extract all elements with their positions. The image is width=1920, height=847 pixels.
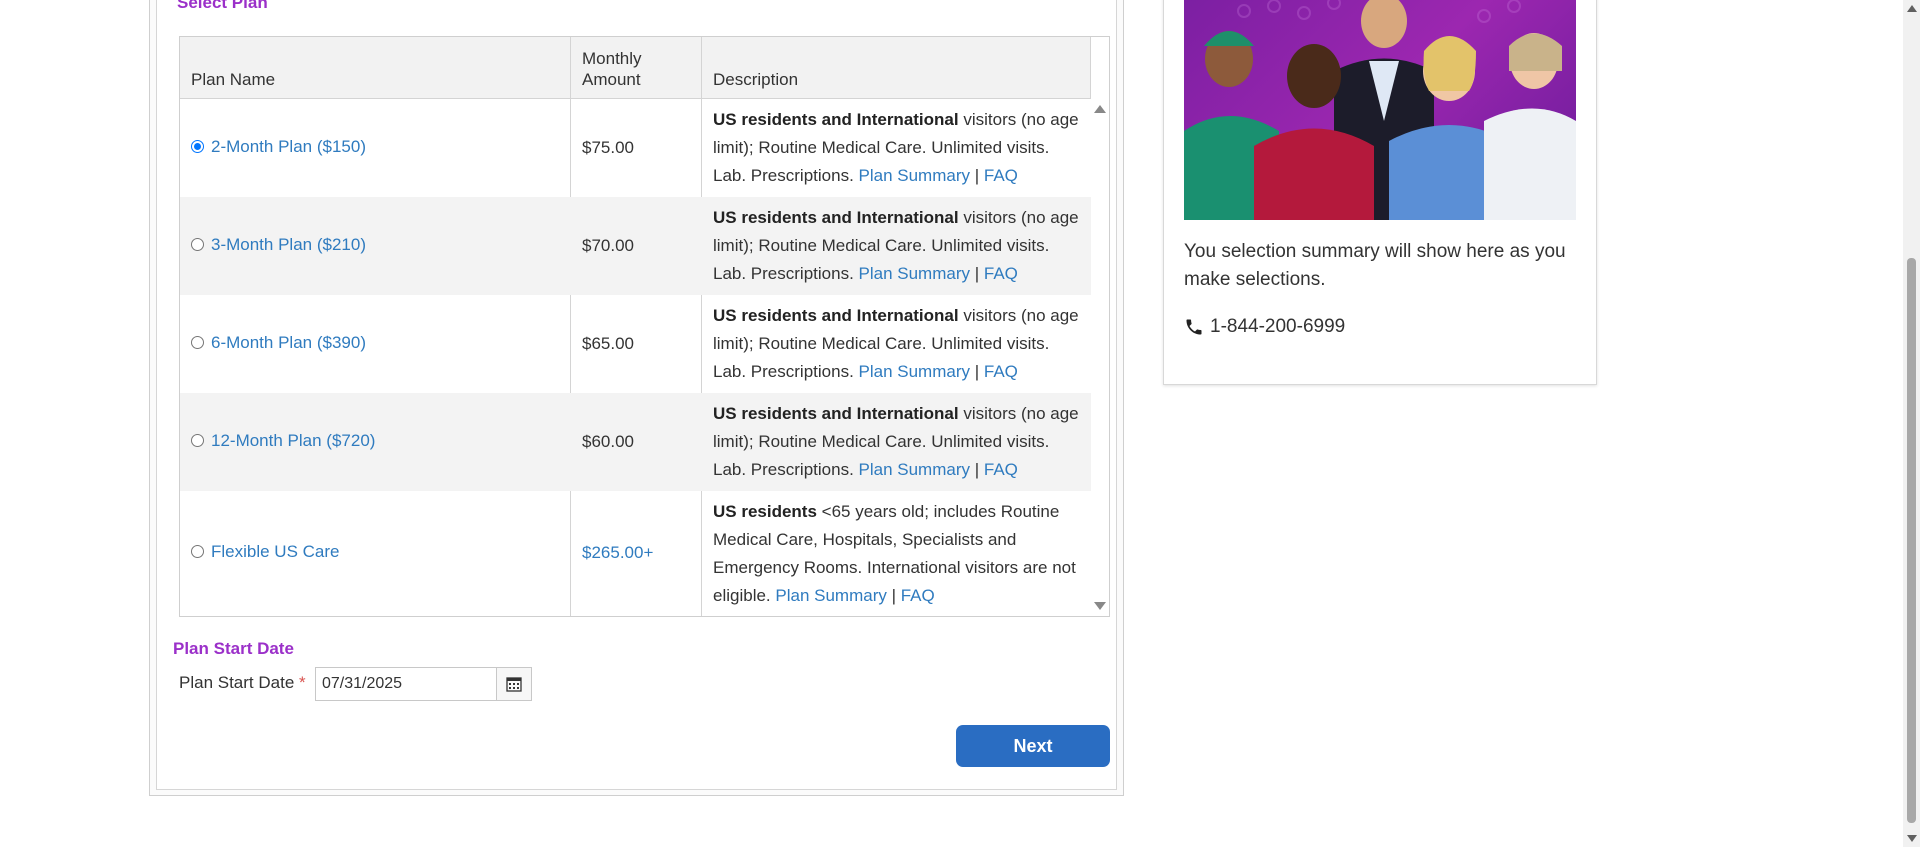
description-highlight: US residents and International xyxy=(713,306,959,325)
plan-table: Plan Name Monthly Amount Description 2-Mo… xyxy=(179,36,1110,617)
faq-link[interactable]: FAQ xyxy=(984,460,1018,479)
plan-description: US residents and International visitors … xyxy=(713,302,1085,386)
faq-link[interactable]: FAQ xyxy=(901,586,935,605)
plan-summary-link[interactable]: Plan Summary xyxy=(859,166,970,185)
plan-description: US residents <65 years old; includes Rou… xyxy=(713,498,1085,610)
column-monthly-amount-label: Monthly Amount xyxy=(582,48,642,90)
faq-link[interactable]: FAQ xyxy=(984,264,1018,283)
plan-start-date-label: Plan Start Date * xyxy=(179,673,306,693)
plan-name-link[interactable]: 3-Month Plan ($210) xyxy=(211,235,366,255)
plan-name-link[interactable]: 12-Month Plan ($720) xyxy=(211,431,375,451)
faq-link[interactable]: FAQ xyxy=(984,362,1018,381)
plan-name-link[interactable]: Flexible US Care xyxy=(211,542,340,562)
plan-radio[interactable] xyxy=(191,139,204,153)
link-separator: | xyxy=(970,264,984,283)
plan-name-link[interactable]: 2-Month Plan ($150) xyxy=(211,137,366,157)
phone-contact[interactable]: 1-844-200-6999 xyxy=(1184,316,1345,338)
faq-link[interactable]: FAQ xyxy=(984,166,1018,185)
monthly-amount: $75.00 xyxy=(582,138,634,157)
calendar-icon xyxy=(506,677,522,692)
link-separator: | xyxy=(970,166,984,185)
monthly-amount: $65.00 xyxy=(582,334,634,353)
plan-start-date-input[interactable] xyxy=(315,667,497,701)
medical-staff-hero-image xyxy=(1184,0,1576,220)
selection-summary-text: You selection summary will show here as … xyxy=(1184,241,1566,290)
column-description[interactable]: Description xyxy=(702,37,1091,98)
monthly-amount: $60.00 xyxy=(582,432,634,451)
plan-start-date-label-text: Plan Start Date xyxy=(179,673,295,692)
medical-staff-illustration xyxy=(1184,0,1576,220)
description-highlight: US residents and International xyxy=(713,110,959,129)
required-marker: * xyxy=(299,673,306,692)
plan-name-cell: 6-Month Plan ($390) xyxy=(191,333,366,353)
plan-table-header: Plan Name Monthly Amount Description xyxy=(180,37,1091,99)
link-separator: | xyxy=(886,586,901,605)
monthly-amount-link[interactable]: $265.00+ xyxy=(582,543,653,563)
amount-label: Amount xyxy=(582,70,641,89)
plan-radio[interactable] xyxy=(191,237,204,251)
table-row[interactable]: 3-Month Plan ($210) $70.00 US residents … xyxy=(180,197,1091,295)
column-divider xyxy=(1090,37,1091,98)
table-row[interactable]: Flexible US Care $265.00+ US residents <… xyxy=(180,491,1091,617)
plan-description: US residents and International visitors … xyxy=(713,204,1085,288)
plan-summary-link[interactable]: Plan Summary xyxy=(859,460,970,479)
calendar-button[interactable] xyxy=(496,667,532,701)
plan-summary-link[interactable]: Plan Summary xyxy=(775,586,886,605)
selection-summary-card: You selection summary will show here as … xyxy=(1163,0,1597,385)
description-highlight: US residents and International xyxy=(713,208,959,227)
plan-description: US residents and International visitors … xyxy=(713,400,1085,484)
column-plan-name-label: Plan Name xyxy=(191,70,276,89)
monthly-label: Monthly xyxy=(582,49,642,68)
plan-name-cell: Flexible US Care xyxy=(191,542,340,562)
description-highlight: US residents xyxy=(713,502,817,521)
plan-summary-link[interactable]: Plan Summary xyxy=(859,264,970,283)
page-scrollbar[interactable] xyxy=(1903,0,1920,847)
plan-name-cell: 2-Month Plan ($150) xyxy=(191,137,366,157)
link-separator: | xyxy=(970,460,984,479)
table-scroll-down-arrow[interactable] xyxy=(1094,602,1106,610)
table-row[interactable]: 12-Month Plan ($720) $60.00 US residents… xyxy=(180,393,1091,491)
phone-number: 1-844-200-6999 xyxy=(1210,316,1346,337)
description-highlight: US residents and International xyxy=(713,404,959,423)
plan-table-body: 2-Month Plan ($150) $75.00 US residents … xyxy=(180,99,1091,617)
next-button[interactable]: Next xyxy=(956,725,1110,767)
scroll-up-arrow[interactable] xyxy=(1907,5,1917,12)
phone-icon xyxy=(1186,319,1202,335)
table-row[interactable]: 6-Month Plan ($390) $65.00 US residents … xyxy=(180,295,1091,393)
plan-radio[interactable] xyxy=(191,433,204,447)
table-row[interactable]: 2-Month Plan ($150) $75.00 US residents … xyxy=(180,99,1091,197)
column-monthly-amount[interactable]: Monthly Amount xyxy=(571,37,702,98)
plan-radio[interactable] xyxy=(191,335,204,349)
link-separator: | xyxy=(970,362,984,381)
plan-name-cell: 12-Month Plan ($720) xyxy=(191,431,375,451)
plan-name-link[interactable]: 6-Month Plan ($390) xyxy=(211,333,366,353)
plan-name-cell: 3-Month Plan ($210) xyxy=(191,235,366,255)
scrollbar-thumb[interactable] xyxy=(1907,258,1916,823)
monthly-amount: $70.00 xyxy=(582,236,634,255)
select-plan-heading: Select Plan xyxy=(177,0,268,12)
column-plan-name[interactable]: Plan Name xyxy=(180,37,571,98)
plan-start-date-heading: Plan Start Date xyxy=(173,639,294,658)
plan-radio[interactable] xyxy=(191,544,204,558)
plan-summary-link[interactable]: Plan Summary xyxy=(859,362,970,381)
scroll-down-arrow[interactable] xyxy=(1907,835,1917,842)
column-description-label: Description xyxy=(713,70,799,89)
plan-description: US residents and International visitors … xyxy=(713,106,1085,190)
table-scroll-up-arrow[interactable] xyxy=(1094,105,1106,113)
